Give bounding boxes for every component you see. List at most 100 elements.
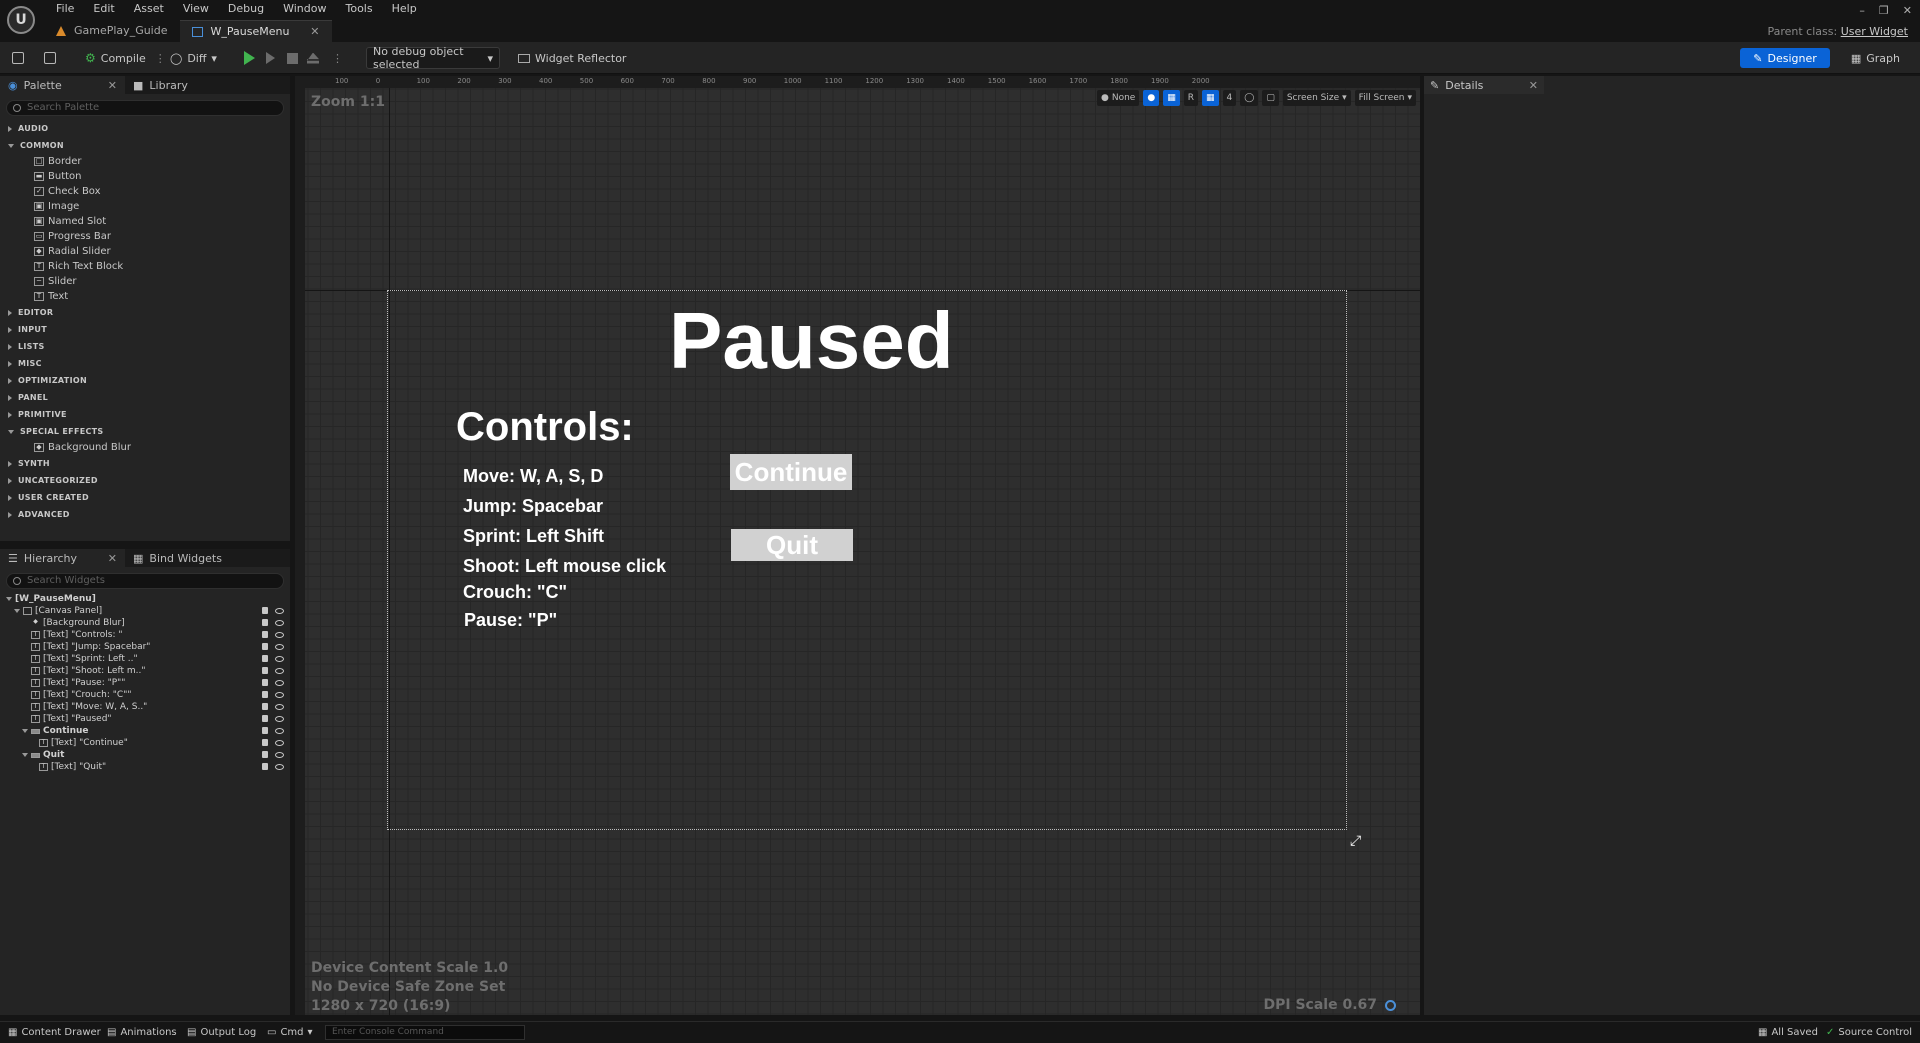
- menu-item-file[interactable]: File: [46, 0, 83, 16]
- visibility-eye-icon[interactable]: [275, 740, 284, 746]
- step-button[interactable]: [266, 48, 275, 68]
- tab-library[interactable]: ■ Library: [125, 76, 250, 94]
- control-sprint[interactable]: Sprint: Left Shift: [463, 526, 604, 547]
- tab-bind-widgets[interactable]: ▦ Bind Widgets: [125, 549, 250, 567]
- palette-category[interactable]: COMMON: [0, 137, 290, 154]
- hierarchy-row[interactable]: T [Text] "Quit": [0, 761, 290, 773]
- menu-item-help[interactable]: Help: [382, 0, 426, 16]
- stop-button[interactable]: [287, 48, 298, 68]
- visibility-eye-icon[interactable]: [275, 632, 284, 638]
- visibility-eye-icon[interactable]: [275, 692, 284, 698]
- lock-icon[interactable]: [262, 715, 268, 722]
- control-crouch[interactable]: Crouch: "C": [463, 582, 567, 603]
- lock-icon[interactable]: [262, 763, 268, 770]
- lock-icon[interactable]: [262, 727, 268, 734]
- lock-icon[interactable]: [262, 679, 268, 686]
- close-window-icon[interactable]: ✕: [1903, 4, 1912, 17]
- parent-class-link[interactable]: User Widget: [1841, 25, 1908, 38]
- play-button[interactable]: [244, 48, 255, 68]
- gear-icon[interactable]: [1385, 999, 1396, 1011]
- menu-item-asset[interactable]: Asset: [124, 0, 173, 16]
- chevron-down-icon[interactable]: [22, 753, 28, 757]
- close-icon[interactable]: ✕: [1529, 79, 1538, 92]
- palette-search-input[interactable]: Search Palette: [6, 100, 284, 116]
- close-icon[interactable]: ✕: [108, 552, 117, 565]
- close-icon[interactable]: ✕: [310, 21, 319, 43]
- visibility-eye-icon[interactable]: [275, 608, 284, 614]
- palette-category[interactable]: INPUT: [0, 321, 290, 338]
- palette-category[interactable]: SPECIAL EFFECTS: [0, 423, 290, 440]
- menu-item-window[interactable]: Window: [273, 0, 335, 16]
- lock-icon[interactable]: [262, 739, 268, 746]
- graph-mode-button[interactable]: ▦ Graph: [1851, 48, 1900, 68]
- eject-button[interactable]: [307, 48, 319, 68]
- screen-size-dropdown[interactable]: Screen Size ▾: [1282, 90, 1351, 106]
- lock-icon[interactable]: [262, 607, 268, 614]
- tab-palette[interactable]: ◉ Palette ✕: [0, 76, 125, 94]
- lock-icon[interactable]: [262, 751, 268, 758]
- menu-item-view[interactable]: View: [173, 0, 218, 16]
- all-saved-button[interactable]: ▦ All Saved: [1758, 1027, 1818, 1038]
- console-input[interactable]: Enter Console Command: [325, 1025, 525, 1040]
- visibility-eye-icon[interactable]: [275, 764, 284, 770]
- visibility-eye-icon[interactable]: [275, 704, 284, 710]
- designer-mode-button[interactable]: ✎ Designer: [1740, 48, 1830, 68]
- quit-button[interactable]: Quit: [731, 529, 853, 561]
- visibility-eye-icon[interactable]: [275, 620, 284, 626]
- widget-reflector-button[interactable]: Widget Reflector: [518, 48, 626, 68]
- menu-item-tools[interactable]: Tools: [335, 0, 381, 16]
- palette-item[interactable]: T Rich Text Block: [0, 259, 290, 274]
- chevron-down-icon[interactable]: [6, 597, 12, 601]
- lock-icon[interactable]: [262, 631, 268, 638]
- palette-category[interactable]: PRIMITIVE: [0, 406, 290, 423]
- lock-icon[interactable]: [262, 667, 268, 674]
- control-jump[interactable]: Jump: Spacebar: [463, 496, 603, 517]
- palette-category[interactable]: LISTS: [0, 338, 290, 355]
- visibility-eye-icon[interactable]: [275, 728, 284, 734]
- lock-icon[interactable]: [262, 703, 268, 710]
- hierarchy-row[interactable]: T [Text] "Jump: Spacebar": [0, 641, 290, 653]
- visibility-eye-icon[interactable]: [275, 656, 284, 662]
- document-tab[interactable]: GamePlay_Guide: [44, 20, 180, 42]
- control-shoot[interactable]: Shoot: Left mouse click: [463, 556, 666, 577]
- control-move[interactable]: Move: W, A, S, D: [463, 466, 603, 487]
- hierarchy-row[interactable]: [Canvas Panel]: [0, 605, 290, 617]
- outline-toggle[interactable]: ◯: [1240, 90, 1259, 106]
- hierarchy-row[interactable]: T [Text] "Crouch: "C"": [0, 689, 290, 701]
- tab-hierarchy[interactable]: ☰ Hierarchy ✕: [0, 549, 125, 567]
- palette-item[interactable]: ◆ Radial Slider: [0, 244, 290, 259]
- paused-title[interactable]: Paused: [669, 295, 954, 387]
- widget-screen-bounds[interactable]: Paused Controls: Move: W, A, S, D Jump: …: [387, 290, 1347, 830]
- lock-icon[interactable]: [262, 643, 268, 650]
- palette-item[interactable]: T Text: [0, 289, 290, 304]
- tab-details[interactable]: ✎ Details ✕: [1424, 76, 1544, 94]
- palette-item[interactable]: ▭ Progress Bar: [0, 229, 290, 244]
- source-control-button[interactable]: ✓ Source Control: [1826, 1027, 1912, 1038]
- debug-object-select[interactable]: No debug object selected ▾: [366, 45, 500, 71]
- hierarchy-row[interactable]: T [Text] "Move: W, A, S..": [0, 701, 290, 713]
- compile-options-icon[interactable]: ⋮: [155, 52, 166, 65]
- visibility-eye-icon[interactable]: [275, 644, 284, 650]
- lock-toggle[interactable]: ●: [1143, 90, 1160, 106]
- palette-category[interactable]: PANEL: [0, 389, 290, 406]
- palette-category[interactable]: UNCATEGORIZED: [0, 472, 290, 489]
- palette-category[interactable]: EDITOR: [0, 304, 290, 321]
- hierarchy-row[interactable]: [W_PauseMenu]: [0, 593, 290, 605]
- palette-item[interactable]: ▬ Button: [0, 169, 290, 184]
- menu-item-edit[interactable]: Edit: [83, 0, 123, 16]
- control-pause[interactable]: Pause: "P": [464, 610, 557, 631]
- palette-category[interactable]: MISC: [0, 355, 290, 372]
- palette-item[interactable]: ◆ Background Blur: [0, 440, 290, 455]
- hierarchy-row[interactable]: T [Text] "Sprint: Left ..": [0, 653, 290, 665]
- hierarchy-row[interactable]: ◆ [Background Blur]: [0, 617, 290, 629]
- palette-category[interactable]: ADVANCED: [0, 506, 290, 523]
- diff-button[interactable]: ◯ Diff ▾: [170, 48, 217, 68]
- palette-item[interactable]: ─ Slider: [0, 274, 290, 289]
- preview-toggle[interactable]: ▢: [1262, 90, 1279, 106]
- palette-item[interactable]: □ Border: [0, 154, 290, 169]
- animations-button[interactable]: ▤ Animations: [107, 1027, 177, 1038]
- visibility-eye-icon[interactable]: [275, 752, 284, 758]
- close-icon[interactable]: ✕: [108, 79, 117, 92]
- controls-heading[interactable]: Controls:: [456, 405, 634, 450]
- output-log-button[interactable]: ▤ Output Log: [187, 1027, 256, 1038]
